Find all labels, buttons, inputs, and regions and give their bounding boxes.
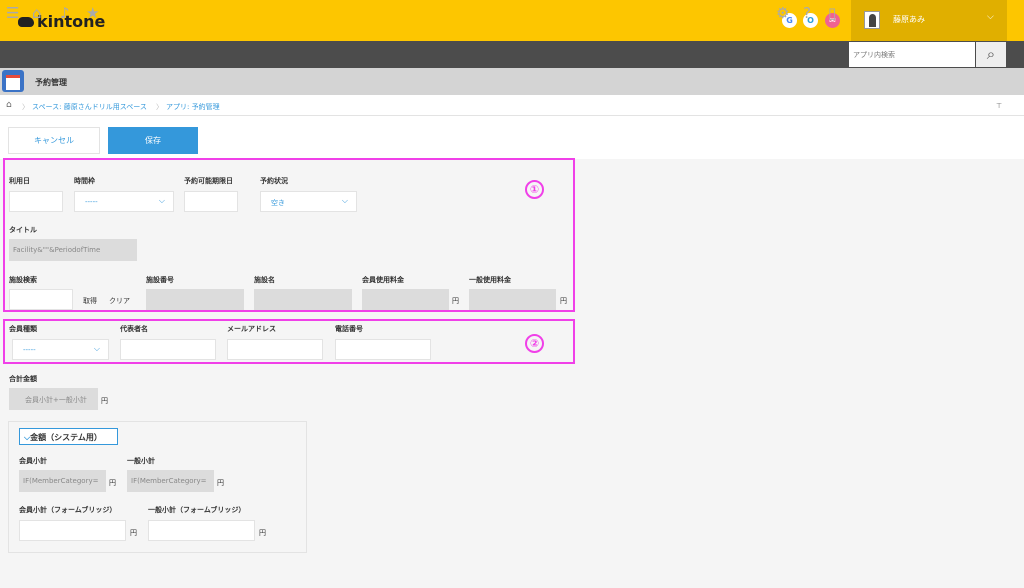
- label-general-sub-fb: 一般小計（フォームブリッジ）: [148, 506, 246, 514]
- search-input[interactable]: アプリ内検索: [849, 42, 975, 67]
- bell-icon[interactable]: ♪: [60, 5, 70, 21]
- chevron-right-icon: 〉: [22, 103, 29, 111]
- home-icon[interactable]: ⌂: [6, 100, 12, 110]
- general-sub-fb-field[interactable]: [148, 520, 255, 541]
- annotation-marker-1: ①: [525, 180, 544, 199]
- yen-unit: 円: [259, 529, 266, 537]
- cancel-button[interactable]: キャンセル: [8, 127, 100, 154]
- avatar[interactable]: [864, 11, 880, 29]
- annotation-box-2: [3, 319, 575, 364]
- general-sub-field: IF(MemberCategory=: [127, 470, 214, 492]
- yen-unit: 円: [217, 479, 224, 487]
- calendar-icon: [2, 70, 24, 92]
- home-icon[interactable]: ⌂: [32, 5, 42, 21]
- mobile-icon[interactable]: ▯: [828, 5, 836, 21]
- member-sub-field: IF(MemberCategory=: [19, 470, 106, 492]
- user-name[interactable]: 藤原あみ: [893, 14, 925, 25]
- breadcrumb-space[interactable]: スペース: 藤原さんドリル用スペース: [32, 102, 147, 112]
- search-icon[interactable]: ⌕: [976, 42, 1006, 67]
- app-bar: [0, 68, 1024, 95]
- save-button[interactable]: 保存: [108, 127, 198, 154]
- yen-unit: 円: [109, 479, 116, 487]
- label-member-sub-fb: 会員小計（フォームブリッジ）: [19, 506, 117, 514]
- label-total: 合計金額: [9, 375, 37, 383]
- total-field: 会員小計+一般小計: [9, 388, 98, 410]
- yen-unit: 円: [101, 397, 108, 405]
- label-member-sub: 会員小計: [19, 457, 47, 465]
- menu-icon[interactable]: ☰: [6, 5, 19, 21]
- gear-icon[interactable]: ⚙: [776, 5, 789, 21]
- yen-unit: 円: [130, 529, 137, 537]
- help-icon[interactable]: ?: [803, 5, 811, 21]
- annotation-box-1: [3, 158, 575, 312]
- breadcrumb-app[interactable]: アプリ: 予約管理: [166, 102, 220, 112]
- label-general-sub: 一般小計: [127, 457, 155, 465]
- breadcrumb: ⌂ 〉 スペース: 藤原さんドリル用スペース 〉 アプリ: 予約管理 ⊤: [0, 95, 1024, 116]
- annotation-marker-2: ②: [525, 334, 544, 353]
- group-toggle[interactable]: ⌵金額（システム用）: [19, 428, 118, 445]
- member-sub-fb-field[interactable]: [19, 520, 126, 541]
- pin-icon[interactable]: ⊤: [996, 102, 1002, 110]
- app-title[interactable]: 予約管理: [35, 77, 67, 88]
- chevron-down-icon[interactable]: ⌵: [987, 12, 994, 22]
- chevron-right-icon: 〉: [156, 103, 163, 111]
- star-icon[interactable]: ★: [86, 5, 99, 21]
